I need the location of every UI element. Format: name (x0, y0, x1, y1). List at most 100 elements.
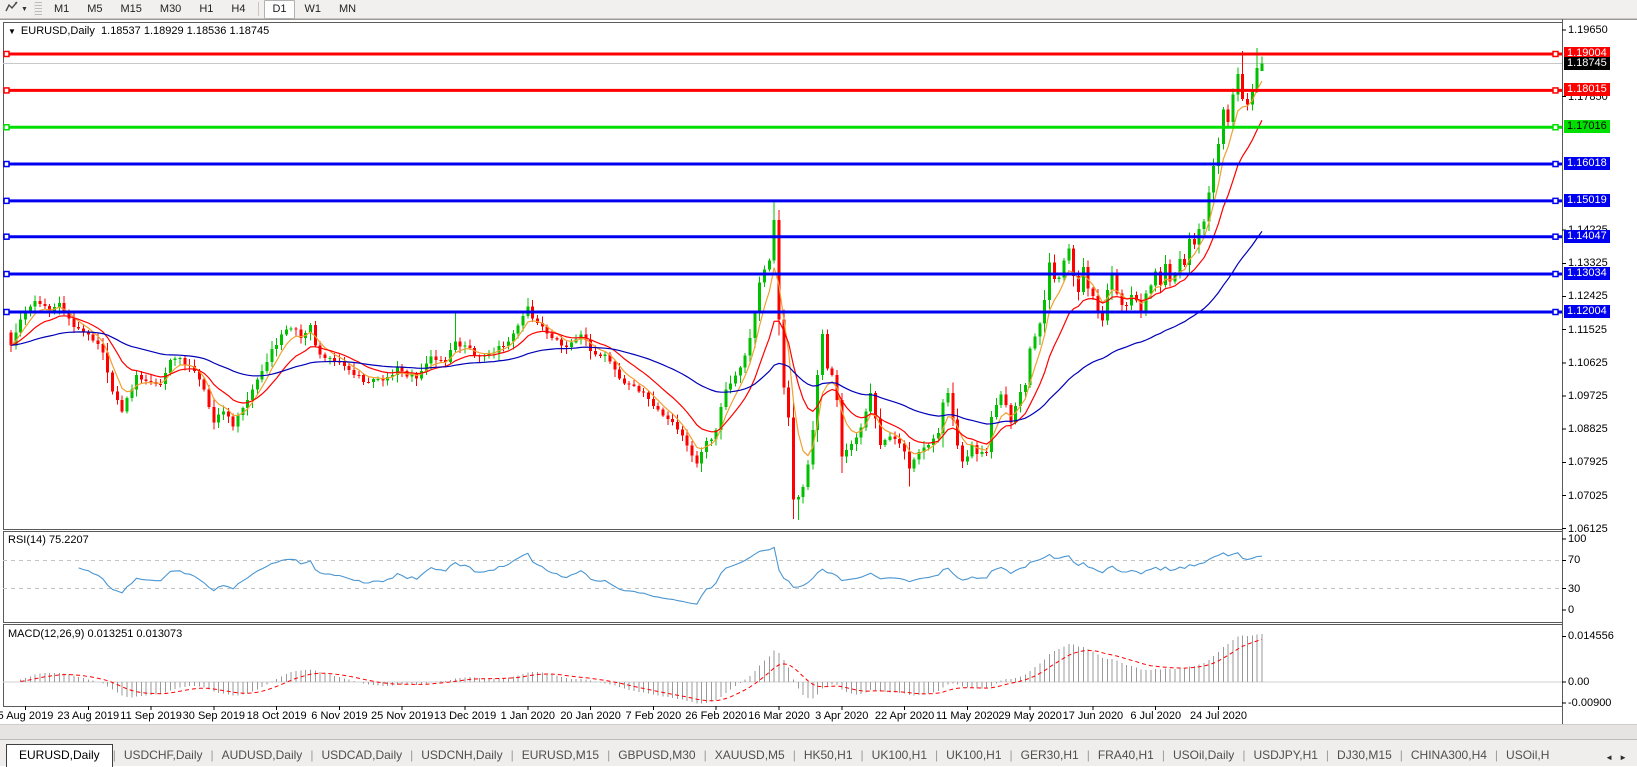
chart-title: ▼ EURUSD,Daily 1.18537 1.18929 1.18536 1.… (8, 25, 269, 37)
level-price-label[interactable]: 1.18015 (1564, 83, 1610, 96)
tab-usdchf-daily[interactable]: USDCHF,Daily (116, 745, 211, 766)
zigzag-chart-icon (5, 0, 19, 18)
macd-signal-line (21, 640, 1262, 701)
date-axis-label: 5 Aug 2019 (0, 710, 53, 722)
window-resize-strip (0, 724, 1637, 740)
date-axis-label: 16 Mar 2020 (748, 710, 810, 722)
timeframe-button-w1[interactable]: W1 (297, 0, 330, 19)
tab-usdjpy-h1[interactable]: USDJPY,H1 (1245, 745, 1325, 766)
date-axis-label: 30 Sep 2019 (183, 710, 245, 722)
chart-symbol-period: EURUSD,Daily (21, 25, 95, 37)
tab-gbpusd-m30[interactable]: GBPUSD,M30 (610, 745, 703, 766)
level-price-label[interactable]: 1.14047 (1564, 230, 1610, 243)
chart-caret-icon: ▼ (8, 27, 16, 36)
date-axis-label: 18 Oct 2019 (247, 710, 307, 722)
tab-china300-h4[interactable]: CHINA300,H4 (1403, 745, 1495, 766)
rsi-axis-tick: 30 (1568, 583, 1580, 595)
date-axis-label: 6 Nov 2019 (311, 710, 367, 722)
line-handle (1553, 162, 1558, 167)
timeframe-button-h1[interactable]: H1 (191, 0, 221, 19)
price-axis-tick: 1.19650 (1568, 24, 1608, 36)
line-handle (1553, 310, 1558, 315)
chart-type-button[interactable]: ▼ (2, 1, 31, 18)
price-chart-canvas[interactable] (0, 19, 1637, 740)
timeframe-button-m1[interactable]: M1 (46, 0, 77, 19)
ma-13-line (11, 120, 1262, 444)
date-axis-label: 11 Sep 2019 (120, 710, 182, 722)
line-handle (1553, 88, 1558, 93)
level-price-label[interactable]: 1.12004 (1564, 305, 1610, 318)
tab-scroll-right-icon[interactable]: ► (1619, 753, 1627, 762)
date-axis-label: 23 Aug 2019 (57, 710, 119, 722)
date-axis-label: 3 Apr 2020 (815, 710, 868, 722)
tab-xauusd-m5[interactable]: XAUUSD,M5 (707, 745, 793, 766)
line-handle (1553, 198, 1558, 203)
chevron-down-icon[interactable]: ▼ (21, 6, 28, 13)
rsi-axis-tick: 70 (1568, 554, 1580, 566)
line-handle (1553, 125, 1558, 130)
timeframe-button-m15[interactable]: M15 (113, 0, 150, 19)
tab-ger30-h1[interactable]: GER30,H1 (1013, 745, 1087, 766)
rsi-axis-tick: 0 (1568, 604, 1574, 616)
level-price-label[interactable]: 1.16018 (1564, 157, 1610, 170)
level-price-label[interactable]: 1.13034 (1564, 267, 1610, 280)
line-handle (4, 198, 9, 203)
level-price-label[interactable]: 1.15019 (1564, 194, 1610, 207)
date-axis-label: 6 Jul 2020 (1130, 710, 1181, 722)
timeframe-button-m30[interactable]: M30 (152, 0, 189, 19)
tab-eurusd-m15[interactable]: EURUSD,M15 (514, 745, 607, 766)
tab-hk50-h1[interactable]: HK50,H1 (796, 745, 861, 766)
tab-dj30-m15[interactable]: DJ30,M15 (1329, 745, 1400, 766)
macd-axis-tick: 0.014556 (1568, 630, 1614, 642)
price-axis-tick: 1.09725 (1568, 390, 1608, 402)
price-axis-tick: 1.10625 (1568, 357, 1608, 369)
date-axis-label: 25 Nov 2019 (371, 710, 433, 722)
timeframe-button-d1[interactable]: D1 (264, 0, 294, 19)
date-axis-label: 17 Jun 2020 (1063, 710, 1124, 722)
macd-axis-tick: 0.00 (1568, 676, 1589, 688)
tab-audusd-daily[interactable]: AUDUSD,Daily (214, 745, 311, 766)
toolbar-separator (258, 2, 259, 16)
date-axis-label: 24 Jul 2020 (1190, 710, 1247, 722)
tab-fra40-h1[interactable]: FRA40,H1 (1090, 745, 1162, 766)
line-handle (4, 88, 9, 93)
line-handle (4, 125, 9, 130)
tab-eurusd-daily[interactable]: EURUSD,Daily (6, 744, 113, 767)
timeframe-button-mn[interactable]: MN (331, 0, 364, 19)
mt4-terminal: { "icons": {"title_caret": "▼", "toolbar… (0, 0, 1637, 766)
macd-indicator-label: MACD(12,26,9) 0.013251 0.013073 (8, 628, 182, 640)
tab-usdcnh-daily[interactable]: USDCNH,Daily (413, 745, 510, 766)
date-axis-label: 1 Jan 2020 (501, 710, 555, 722)
tab-usdcad-daily[interactable]: USDCAD,Daily (313, 745, 410, 766)
timeframe-toolbar: ▼ M1M5M15M30H1H4 D1W1MN (0, 0, 1637, 19)
price-axis-tick: 1.07025 (1568, 490, 1608, 502)
price-axis-tick: 1.07925 (1568, 456, 1608, 468)
tab-usoil-daily[interactable]: USOil,Daily (1165, 745, 1242, 766)
macd-axis-tick: -0.00900 (1568, 697, 1611, 709)
tab-scroll-left-icon[interactable]: ◄ (1605, 753, 1613, 762)
rsi-indicator-label: RSI(14) 75.2207 (8, 534, 89, 546)
date-axis-label: 20 Jan 2020 (560, 710, 621, 722)
line-handle (1553, 272, 1558, 277)
tab-usoil-h[interactable]: USOil,H (1498, 745, 1557, 766)
tab-uk100-h1[interactable]: UK100,H1 (864, 745, 935, 766)
date-axis-label: 29 May 2020 (998, 710, 1062, 722)
price-axis-tick: 1.12425 (1568, 290, 1608, 302)
level-price-label[interactable]: 1.17016 (1564, 120, 1610, 133)
line-handle (4, 272, 9, 277)
timeframe-button-m5[interactable]: M5 (79, 0, 110, 19)
rsi-axis-tick: 100 (1568, 533, 1586, 545)
line-handle (1553, 51, 1558, 56)
chart-ohlc-values: 1.18537 1.18929 1.18536 1.18745 (101, 25, 269, 37)
date-axis-label: 7 Feb 2020 (626, 710, 682, 722)
toolbar-grip-handle[interactable] (34, 2, 42, 17)
date-axis-label: 11 May 2020 (936, 710, 999, 722)
tab-uk100-h1[interactable]: UK100,H1 (938, 745, 1009, 766)
chart-window[interactable]: ▼ EURUSD,Daily 1.18537 1.18929 1.18536 1.… (0, 19, 1637, 740)
line-handle (4, 162, 9, 167)
current-price-label: 1.18745 (1564, 57, 1610, 70)
line-handle (4, 51, 9, 56)
line-handle (4, 234, 9, 239)
timeframe-button-h4[interactable]: H4 (223, 0, 253, 19)
line-handle (4, 310, 9, 315)
